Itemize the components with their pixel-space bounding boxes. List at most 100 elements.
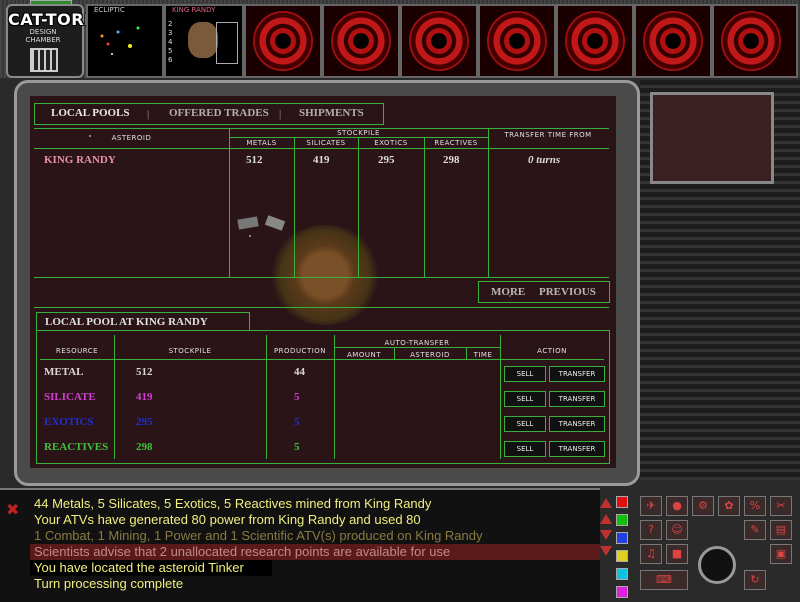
empty-slot[interactable]: [634, 4, 712, 78]
resource-name: METAL: [44, 366, 84, 378]
scroll-up-icon[interactable]: [600, 498, 612, 508]
empty-slot[interactable]: [322, 4, 400, 78]
resource-name: SILICATE: [44, 391, 96, 403]
tab-local-pools[interactable]: LOCAL POOLS: [51, 107, 130, 119]
resource-production: 44: [294, 366, 305, 378]
previous-button[interactable]: PREVIOUS: [539, 286, 596, 298]
tab-shipments[interactable]: SHIPMENTS: [299, 107, 364, 119]
rose-icon: [643, 11, 703, 71]
sell-button[interactable]: SELL: [504, 366, 546, 382]
transfer-button[interactable]: TRANSFER: [549, 416, 605, 432]
cell-silicates: 419: [313, 154, 330, 166]
rose-icon: [565, 11, 625, 71]
empty-slot[interactable]: [712, 4, 798, 78]
empty-slot[interactable]: [244, 4, 322, 78]
resource-production: 5: [294, 391, 300, 403]
minimap-stars: [100, 26, 140, 55]
face-icon[interactable]: ☺: [666, 520, 688, 540]
end-turn-dial[interactable]: [698, 546, 736, 584]
tools-icon[interactable]: ✂: [770, 496, 792, 516]
color-swatch[interactable]: [616, 532, 628, 544]
asteroid-number: 4: [168, 38, 173, 46]
rose-icon: [487, 11, 547, 71]
header-lp-stockpile: STOCKPILE: [168, 347, 212, 355]
header-silicates: SILICATES: [306, 139, 346, 147]
design-chamber-label: DESIGN CHAMBER: [25, 28, 61, 44]
asteroid-number: 2: [168, 20, 173, 28]
paging-box: MORE PREVIOUS: [478, 281, 610, 303]
transfer-button[interactable]: TRANSFER: [549, 366, 605, 382]
color-swatch[interactable]: [616, 514, 628, 526]
empty-slot[interactable]: [478, 4, 556, 78]
asteroid-title: KING RANDY: [172, 6, 216, 14]
pen-icon[interactable]: ✎: [744, 520, 766, 540]
resource-name: EXOTICS: [44, 416, 94, 428]
mech-window: [650, 92, 774, 184]
empty-slot[interactable]: [400, 4, 478, 78]
cell-asteroid: KING RANDY: [44, 154, 116, 166]
header-production: PRODUCTION: [273, 347, 327, 355]
cell-exotics: 295: [378, 154, 395, 166]
header-action: ACTION: [537, 347, 567, 355]
color-swatch[interactable]: [616, 550, 628, 562]
disk-icon[interactable]: ■: [666, 544, 688, 564]
asteroid-number: 6: [168, 56, 173, 64]
transfer-button[interactable]: TRANSFER: [549, 441, 605, 457]
header-auto-transfer: AUTO-TRANSFER: [384, 339, 450, 347]
tab-separator: |: [147, 108, 150, 120]
header-lp-asteroid: ASTEROID: [410, 351, 450, 359]
sell-button[interactable]: SELL: [504, 416, 546, 432]
more-button[interactable]: MORE: [491, 286, 525, 298]
sell-button[interactable]: SELL: [504, 391, 546, 407]
cell-metals: 512: [246, 154, 263, 166]
message-line: 44 Metals, 5 Silicates, 5 Exotics, 5 Rea…: [34, 496, 432, 511]
keyboard-icon[interactable]: ⌨: [640, 570, 688, 590]
resource-stock: 512: [136, 366, 153, 378]
scroll-arrows: [598, 496, 614, 592]
color-swatch[interactable]: [616, 496, 628, 508]
scroll-down-icon[interactable]: [600, 530, 612, 540]
percent-icon[interactable]: %: [744, 496, 766, 516]
message-line: Turn processing complete: [34, 576, 184, 591]
empty-slot[interactable]: [556, 4, 634, 78]
gear-icon[interactable]: ⚙: [692, 496, 714, 516]
scroll-down-icon[interactable]: [600, 546, 612, 556]
save-icon[interactable]: ▣: [770, 544, 792, 564]
book-icon[interactable]: ▤: [770, 520, 792, 540]
ecliptic-minimap[interactable]: [86, 4, 164, 78]
header-asteroid: ASTEROID: [111, 134, 152, 142]
header-amount: AMOUNT: [347, 351, 381, 359]
message-line: 1 Combat, 1 Mining, 1 Power and 1 Scient…: [34, 528, 483, 543]
ship-icon[interactable]: ✈: [640, 496, 662, 516]
message-line: You have located the asteroid Tinker: [34, 560, 244, 575]
resource-name: REACTIVES: [44, 441, 109, 453]
tab-bar: LOCAL POOLS | OFFERED TRADES | SHIPMENTS: [34, 103, 384, 125]
close-icon[interactable]: ✖: [6, 500, 19, 519]
music-icon[interactable]: ♫: [640, 544, 662, 564]
help-icon[interactable]: ?: [640, 520, 662, 540]
refresh-icon[interactable]: ↻: [744, 570, 766, 590]
asteroid-number: 3: [168, 29, 173, 37]
scroll-up-icon[interactable]: [600, 514, 612, 524]
tab-offered-trades[interactable]: OFFERED TRADES: [169, 107, 269, 119]
resource-stock: 295: [136, 416, 153, 428]
sell-button[interactable]: SELL: [504, 441, 546, 457]
rose-icon[interactable]: ✿: [718, 496, 740, 516]
asteroid-view[interactable]: 2 3 4 5 6: [164, 4, 244, 78]
rose-icon: [409, 11, 469, 71]
resource-production: 5: [294, 441, 300, 453]
color-swatch[interactable]: [616, 568, 628, 580]
divider: [34, 307, 609, 308]
color-swatches: [616, 496, 630, 598]
rose-icon: [721, 11, 781, 71]
color-swatch[interactable]: [616, 586, 628, 598]
local-pool-title: LOCAL POOL AT KING RANDY: [45, 316, 208, 328]
cell-transfer-time: 0 turns: [528, 154, 561, 166]
minimap-title: ECLIPTIC: [94, 6, 125, 14]
asteroid-image: [188, 22, 218, 58]
transfer-button[interactable]: TRANSFER: [549, 391, 605, 407]
planet-icon[interactable]: ●: [666, 496, 688, 516]
header-metals: METALS: [246, 139, 277, 147]
header-stockpile: STOCKPILE: [337, 129, 380, 137]
rose-icon: [253, 11, 313, 71]
